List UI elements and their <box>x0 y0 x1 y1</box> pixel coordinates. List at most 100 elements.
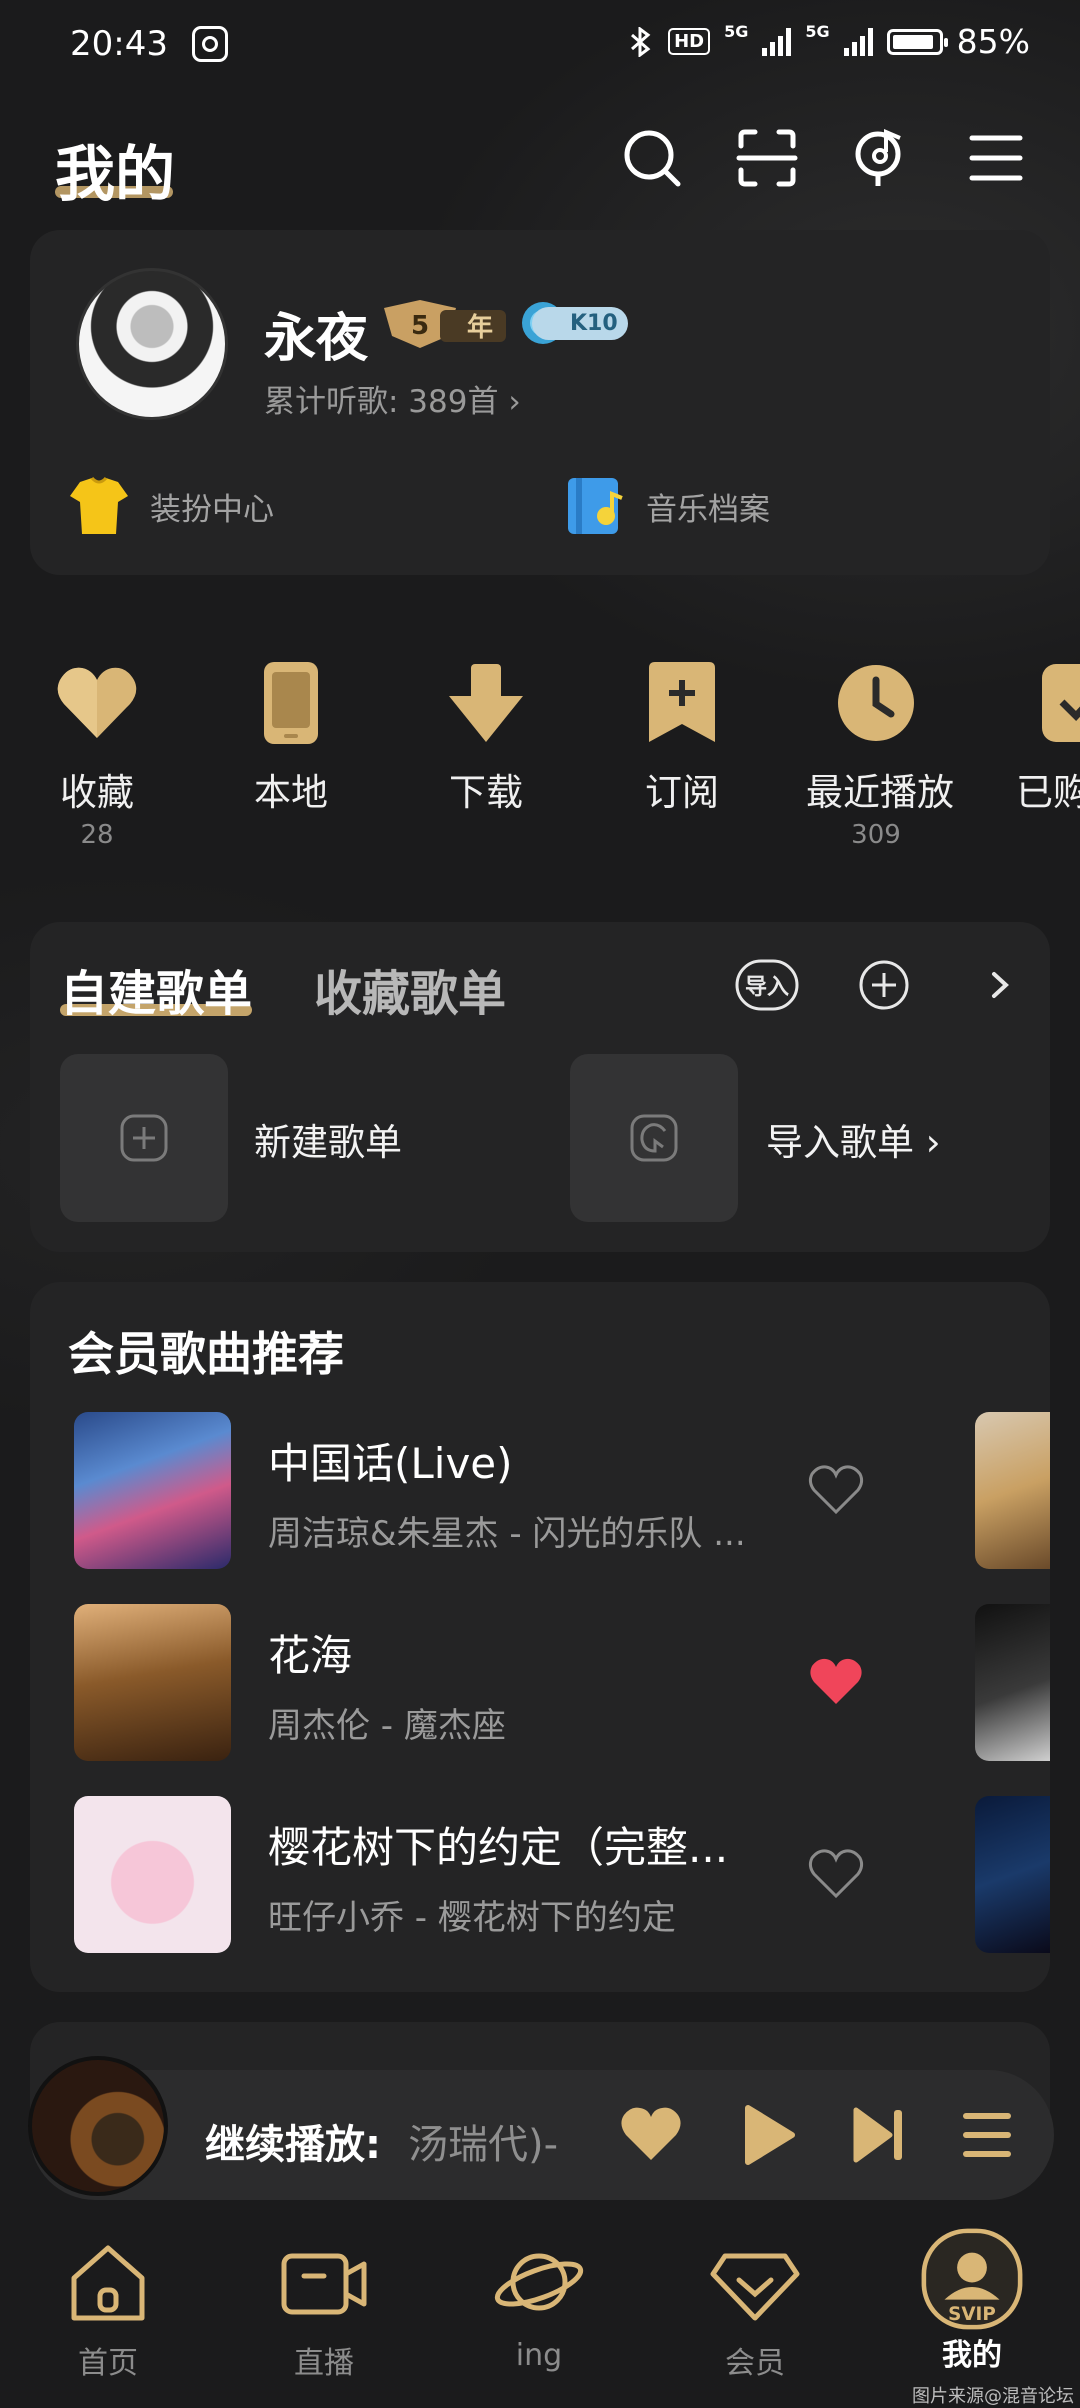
watermark: 图片来源@混音论坛 <box>912 2386 1074 2407</box>
quick-recent-count: 309 <box>851 820 901 850</box>
song-cover[interactable] <box>74 1604 231 1761</box>
music-archive-link[interactable]: 音乐档案 <box>562 476 770 536</box>
username[interactable]: 永夜 <box>264 296 368 371</box>
mini-player-song: 汤瑞代)- <box>408 2122 559 2168</box>
side-song-cover[interactable] <box>975 1604 1050 1761</box>
signal-icon-2 <box>843 27 873 56</box>
tab-live[interactable]: 直播 <box>249 2234 399 2382</box>
quick-recent-label: 最近播放 <box>806 771 954 814</box>
home-icon <box>71 2245 145 2321</box>
tab-vip[interactable]: 会员 <box>680 2234 830 2382</box>
hd-icon: HD <box>668 28 711 55</box>
tshirt-icon <box>70 476 128 534</box>
download-icon <box>449 664 523 742</box>
purchased-icon <box>1042 664 1080 742</box>
song-artist: 旺仔小乔 - 樱花树下的约定 <box>268 1898 676 1938</box>
tab-home[interactable]: 首页 <box>33 2234 183 2382</box>
song-artist: 周杰伦 - 魔杰座 <box>268 1706 506 1746</box>
tab-mine-label: 我的 <box>942 2338 1002 2373</box>
tab-vip-label: 会员 <box>725 2346 785 2381</box>
clock-icon <box>838 665 914 741</box>
quick-local-label: 本地 <box>254 771 328 814</box>
tab-home-label: 首页 <box>78 2346 138 2381</box>
quick-local[interactable]: 本地 <box>221 658 361 816</box>
new-playlist-label[interactable]: 新建歌单 <box>254 1112 402 1166</box>
song-title[interactable]: 中国话(Live) <box>268 1430 513 1491</box>
tab-live-label: 直播 <box>294 2346 354 2381</box>
tab-mine[interactable]: SVIP 我的 <box>897 2228 1047 2374</box>
dressup-center-label: 装扮中心 <box>150 491 274 528</box>
battery-percent: 85% <box>956 22 1030 61</box>
like-heart-icon[interactable] <box>806 1462 866 1518</box>
tab-ing-label: ing <box>515 2338 563 2373</box>
quick-subscribe[interactable]: 订阅 <box>612 658 752 816</box>
vip-year-badge[interactable]: 5 年 <box>380 296 510 352</box>
quick-favorites-label: 收藏 <box>60 771 134 814</box>
import-icon <box>630 1114 678 1162</box>
liked-heart-icon[interactable] <box>806 1654 866 1710</box>
search-icon[interactable] <box>620 126 684 190</box>
scan-icon[interactable] <box>735 126 799 190</box>
level-badge[interactable]: K10 <box>520 300 628 346</box>
avatar[interactable] <box>76 268 228 420</box>
network-type-label: 5G <box>724 22 749 41</box>
quick-recent[interactable]: 最近播放 309 <box>806 658 954 850</box>
tab-self-created-playlists[interactable]: 自建歌单 <box>60 954 252 1024</box>
vip-diamond-icon <box>710 2253 800 2321</box>
quick-favorites[interactable]: 收藏 28 <box>27 658 167 850</box>
like-heart-icon[interactable] <box>806 1846 866 1902</box>
playlist-queue-icon[interactable] <box>954 2102 1020 2168</box>
live-video-icon <box>281 2253 367 2315</box>
status-indicators: HD 5G 5G 85% <box>628 22 1030 61</box>
quick-purchased[interactable]: 已购 <box>1016 658 1080 828</box>
chevron-right-icon[interactable] <box>980 958 1020 1012</box>
import-label: 导入 <box>744 975 789 1000</box>
subscribe-icon <box>649 662 715 742</box>
listen-count[interactable]: 累计听歌: 389首 › <box>264 376 521 421</box>
quick-download[interactable]: 下载 <box>416 658 556 816</box>
mini-player-prefix: 继续播放: <box>205 2122 381 2168</box>
vip-year-text: 年 <box>467 312 493 343</box>
quick-purchased-label: 已购 <box>1016 771 1080 814</box>
network-type-label-2: 5G <box>805 22 830 41</box>
level-label: K10 <box>532 306 628 340</box>
svip-profile-icon: SVIP <box>921 2228 1023 2330</box>
bluetooth-icon <box>631 26 651 57</box>
song-title[interactable]: 樱花树下的约定（完整... <box>268 1814 728 1875</box>
music-file-icon <box>568 478 623 534</box>
dressup-center-link[interactable]: 装扮中心 <box>66 476 274 536</box>
quick-subscribe-label: 订阅 <box>645 771 719 814</box>
import-playlist-tile[interactable] <box>570 1054 738 1222</box>
add-icon <box>120 1114 168 1162</box>
import-button[interactable]: 导入 <box>734 958 800 1012</box>
svip-badge: SVIP <box>948 2304 996 2325</box>
tab-collected-playlists[interactable]: 收藏歌单 <box>314 954 506 1024</box>
planet-icon <box>494 2253 584 2311</box>
next-track-icon[interactable] <box>846 2102 912 2168</box>
play-icon[interactable] <box>734 2102 800 2168</box>
page-title: 我的 <box>55 140 175 210</box>
menu-icon[interactable] <box>964 126 1028 190</box>
recommend-title: 会员歌曲推荐 <box>68 1327 344 1381</box>
tab-ing[interactable]: ing <box>464 2234 614 2373</box>
new-playlist-tile[interactable] <box>60 1054 228 1222</box>
import-playlist-label[interactable]: 导入歌单 › <box>766 1112 941 1166</box>
signal-icon <box>762 27 792 56</box>
song-artist: 周洁琼&朱星杰 - 闪光的乐队 ... <box>268 1514 746 1554</box>
battery-icon <box>886 28 948 55</box>
add-playlist-icon[interactable] <box>857 958 911 1012</box>
quick-download-label: 下载 <box>449 771 523 814</box>
mini-like-icon[interactable] <box>618 2102 684 2168</box>
song-title[interactable]: 花海 <box>268 1622 352 1683</box>
status-time: 20:43 <box>70 24 168 64</box>
side-song-cover[interactable] <box>975 1412 1050 1569</box>
song-cover[interactable] <box>74 1796 231 1953</box>
music-archive-label: 音乐档案 <box>646 491 770 528</box>
side-song-cover[interactable] <box>975 1796 1050 1953</box>
phone-icon <box>264 662 318 744</box>
mini-player-cover[interactable] <box>28 2056 168 2196</box>
recognize-music-icon[interactable] <box>850 126 914 190</box>
vip-year-number: 5 <box>411 311 429 341</box>
notification-app-icon <box>192 26 228 62</box>
song-cover[interactable] <box>74 1412 231 1569</box>
